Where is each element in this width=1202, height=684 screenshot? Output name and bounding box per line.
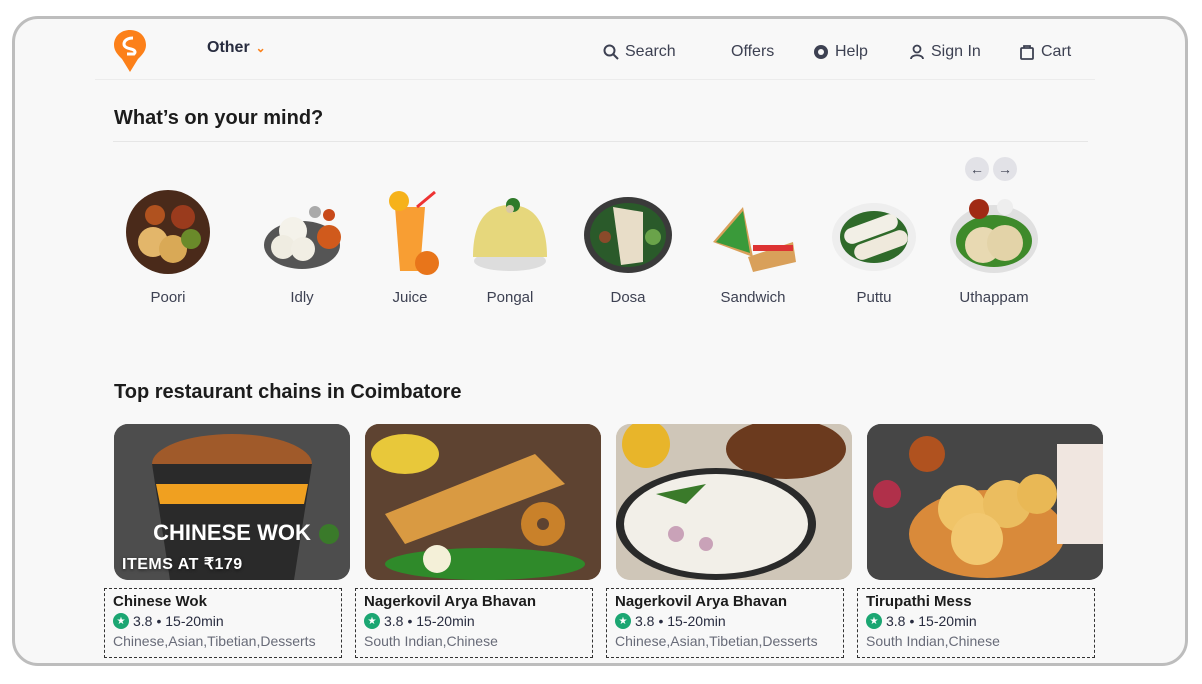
location-label: Other bbox=[207, 39, 250, 56]
app-window: Other ⌄ Search Offers Help Sign In Cart W… bbox=[12, 16, 1188, 666]
carousel-controls: ← → bbox=[965, 157, 1017, 181]
idly-image bbox=[257, 187, 347, 277]
mind-item-label: Uthappam bbox=[959, 289, 1029, 306]
restaurant-rating: 3.8 bbox=[133, 613, 153, 629]
top-header: Other ⌄ Search Offers Help Sign In Cart bbox=[95, 19, 1095, 80]
nav-search-label: Search bbox=[625, 43, 676, 60]
restaurant-cuisine: South Indian,Chinese bbox=[364, 633, 498, 649]
chevron-down-icon: ⌄ bbox=[255, 41, 266, 55]
swiggy-logo[interactable] bbox=[113, 29, 147, 73]
restaurant-meta: ★ 3.8 • 15-20min bbox=[113, 613, 333, 629]
restaurant-info: Nagerkovil Arya Bhavan ★ 3.8 • 15-20min … bbox=[355, 588, 593, 658]
restaurant-info: Tirupathi Mess ★ 3.8 • 15-20min South In… bbox=[857, 588, 1095, 658]
restaurant-time: • 15-20min bbox=[909, 613, 977, 629]
star-icon: ★ bbox=[113, 613, 129, 629]
mind-item-label: Juice bbox=[392, 289, 428, 306]
star-icon: ★ bbox=[615, 613, 631, 629]
uthappam-image bbox=[949, 187, 1039, 277]
mind-item-label: Pongal bbox=[486, 289, 534, 306]
restaurant-card[interactable]: CHINESE WOK ITEMS AT ₹179 Chinese Wok ★ … bbox=[104, 424, 350, 658]
restaurant-image bbox=[867, 424, 1103, 580]
mind-section-title: What’s on your mind? bbox=[114, 107, 324, 129]
mind-item-idly[interactable]: Idly bbox=[247, 187, 357, 306]
restaurant-image: CHINESE WOK ITEMS AT ₹179 bbox=[114, 424, 350, 580]
restaurant-card[interactable]: Nagerkovil Arya Bhavan ★ 3.8 • 15-20min … bbox=[355, 424, 601, 658]
mind-item-pongal[interactable]: Pongal bbox=[455, 187, 565, 306]
nav-offers-label: Offers bbox=[731, 43, 775, 60]
juice-image bbox=[365, 187, 455, 277]
mind-item-label: Dosa bbox=[610, 289, 646, 306]
restaurant-time: • 15-20min bbox=[407, 613, 475, 629]
mind-item-label: Idly bbox=[290, 289, 314, 306]
restaurant-card[interactable]: Tirupathi Mess ★ 3.8 • 15-20min South In… bbox=[857, 424, 1103, 658]
offer-overlay: ITEMS AT ₹179 bbox=[122, 556, 243, 573]
nav-offers[interactable]: Offers bbox=[731, 43, 774, 61]
restaurant-image bbox=[616, 424, 852, 580]
nav-help-label: Help bbox=[835, 43, 868, 60]
nav-cart[interactable]: Cart bbox=[1019, 43, 1071, 61]
restaurant-cuisine: South Indian,Chinese bbox=[866, 633, 1000, 649]
dosa-image bbox=[583, 187, 673, 277]
restaurant-name: Nagerkovil Arya Bhavan bbox=[364, 593, 537, 610]
mind-item-sandwich[interactable]: Sandwich bbox=[698, 187, 808, 306]
mind-item-dosa[interactable]: Dosa bbox=[573, 187, 683, 306]
restaurant-cuisine: Chinese,Asian,Tibetian,Desserts bbox=[113, 633, 316, 649]
mind-item-juice[interactable]: Juice bbox=[355, 187, 465, 306]
star-icon: ★ bbox=[866, 613, 882, 629]
mind-item-label: Sandwich bbox=[720, 289, 786, 306]
nav-cart-label: Cart bbox=[1041, 43, 1072, 60]
pack-text: CHINESE WOK bbox=[153, 520, 311, 545]
restaurant-image bbox=[365, 424, 601, 580]
restaurant-card[interactable]: Nagerkovil Arya Bhavan ★ 3.8 • 15-20min … bbox=[606, 424, 852, 658]
restaurant-info: Chinese Wok ★ 3.8 • 15-20min Chinese,Asi… bbox=[104, 588, 342, 658]
mind-item-poori[interactable]: Poori bbox=[113, 187, 223, 306]
sandwich-image bbox=[708, 187, 798, 277]
restaurant-meta: ★ 3.8 • 15-20min bbox=[866, 613, 1086, 629]
restaurant-name: Nagerkovil Arya Bhavan bbox=[615, 593, 788, 610]
nav-help[interactable]: Help bbox=[813, 43, 868, 61]
bag-icon bbox=[1020, 45, 1034, 60]
restaurant-cuisine: Chinese,Asian,Tibetian,Desserts bbox=[615, 633, 818, 649]
mind-item-uthappam[interactable]: Uthappam bbox=[939, 187, 1049, 306]
location-selector[interactable]: Other ⌄ bbox=[207, 39, 266, 57]
restaurant-info: Nagerkovil Arya Bhavan ★ 3.8 • 15-20min … bbox=[606, 588, 844, 658]
user-icon bbox=[910, 44, 924, 60]
section-divider bbox=[113, 141, 1088, 142]
restaurant-name: Chinese Wok bbox=[113, 593, 207, 610]
restaurant-rating: 3.8 bbox=[886, 613, 906, 629]
search-icon bbox=[603, 44, 619, 60]
restaurant-time: • 15-20min bbox=[156, 613, 224, 629]
nav-signin-label: Sign In bbox=[931, 43, 981, 60]
arrow-left-icon[interactable]: ← bbox=[965, 157, 989, 181]
chains-section-title: Top restaurant chains in Coimbatore bbox=[114, 381, 462, 403]
nav-search[interactable]: Search bbox=[603, 43, 676, 61]
mind-item-label: Poori bbox=[150, 289, 186, 306]
restaurant-meta: ★ 3.8 • 15-20min bbox=[615, 613, 835, 629]
star-icon: ★ bbox=[364, 613, 380, 629]
restaurant-rating: 3.8 bbox=[384, 613, 404, 629]
arrow-right-icon[interactable]: → bbox=[993, 157, 1017, 181]
nav-signin[interactable]: Sign In bbox=[909, 43, 981, 61]
restaurant-name: Tirupathi Mess bbox=[866, 593, 972, 610]
pongal-image bbox=[465, 187, 555, 277]
mind-item-label: Puttu bbox=[856, 289, 892, 306]
restaurant-rating: 3.8 bbox=[635, 613, 655, 629]
restaurant-meta: ★ 3.8 • 15-20min bbox=[364, 613, 584, 629]
poori-image bbox=[123, 187, 213, 277]
restaurant-time: • 15-20min bbox=[658, 613, 726, 629]
help-icon bbox=[814, 45, 828, 59]
puttu-image bbox=[829, 187, 919, 277]
mind-item-puttu[interactable]: Puttu bbox=[819, 187, 929, 306]
